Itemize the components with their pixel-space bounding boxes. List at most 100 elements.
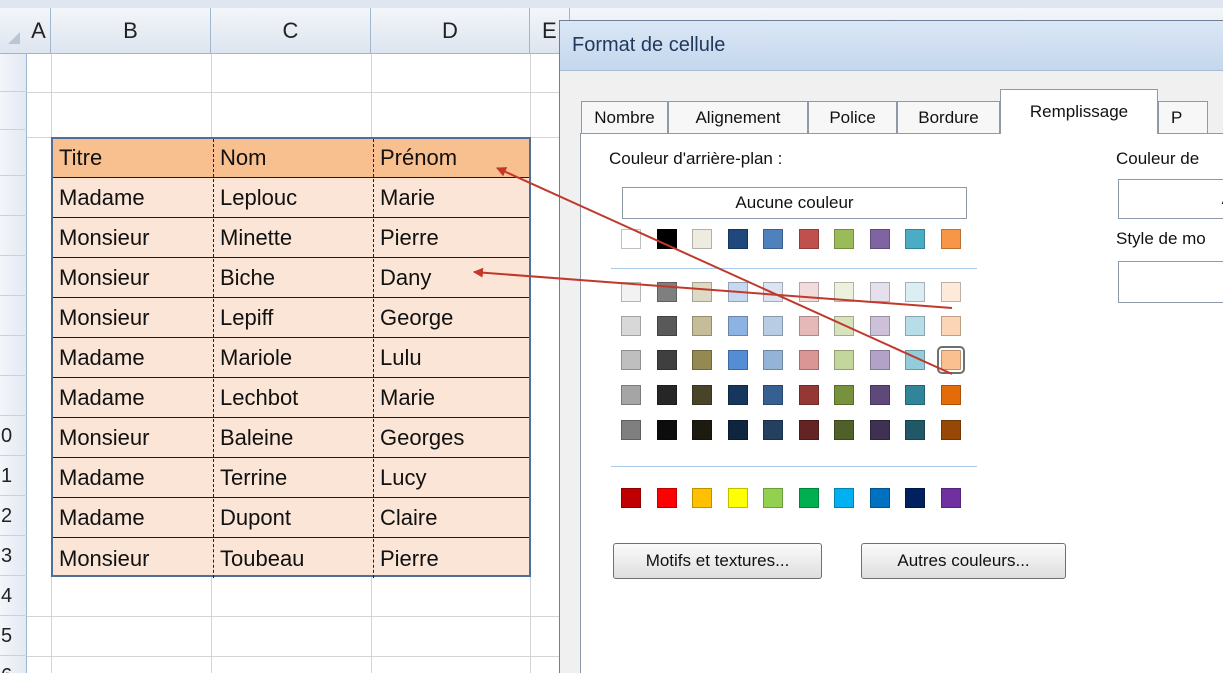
color-swatch[interactable] — [656, 282, 677, 302]
color-swatch[interactable] — [727, 316, 748, 336]
standard-color-swatch[interactable] — [692, 488, 712, 508]
table-cell[interactable]: Dupont — [213, 499, 373, 537]
standard-color-swatch[interactable] — [869, 488, 890, 508]
pattern-style-dropdown[interactable] — [1118, 261, 1223, 303]
patterns-button[interactable]: Motifs et textures... — [613, 543, 822, 579]
color-swatch[interactable] — [763, 350, 783, 370]
color-swatch[interactable] — [727, 229, 748, 249]
row-header[interactable] — [0, 218, 27, 256]
color-swatch[interactable] — [763, 420, 783, 440]
table-cell[interactable]: Madame — [53, 379, 213, 417]
row-header[interactable] — [0, 298, 27, 336]
table-cell[interactable]: Lulu — [373, 339, 529, 377]
table-cell[interactable]: Pierre — [373, 219, 529, 257]
color-swatch[interactable] — [727, 350, 748, 370]
color-swatch[interactable] — [656, 420, 677, 440]
color-swatch[interactable] — [763, 385, 783, 405]
select-all-corner[interactable] — [8, 32, 20, 44]
standard-color-swatch[interactable] — [834, 488, 854, 508]
table-cell[interactable]: Toubeau — [213, 539, 373, 578]
color-swatch[interactable] — [656, 229, 677, 249]
color-swatch[interactable] — [834, 385, 854, 405]
color-swatch[interactable] — [692, 229, 712, 249]
tab-remplissage[interactable]: Remplissage — [1000, 89, 1158, 134]
row-header[interactable]: 0 — [0, 418, 27, 456]
table-cell[interactable]: Mariole — [213, 339, 373, 377]
color-swatch[interactable] — [940, 316, 961, 336]
color-swatch[interactable] — [905, 316, 925, 336]
table-cell[interactable]: Lucy — [373, 459, 529, 497]
color-swatch[interactable] — [692, 385, 712, 405]
column-header-b[interactable]: B — [51, 8, 211, 54]
color-swatch[interactable] — [656, 316, 677, 336]
table-cell[interactable]: Madame — [53, 499, 213, 537]
standard-color-swatch[interactable] — [905, 488, 925, 508]
standard-color-swatch[interactable] — [763, 488, 783, 508]
color-swatch[interactable] — [621, 316, 641, 336]
tab-alignement[interactable]: Alignement — [668, 101, 808, 133]
table-cell[interactable]: Madame — [53, 339, 213, 377]
color-swatch[interactable] — [798, 350, 819, 370]
color-swatch[interactable] — [834, 350, 854, 370]
color-swatch[interactable] — [940, 420, 961, 440]
more-colors-button[interactable]: Autres couleurs... — [861, 543, 1066, 579]
table-cell[interactable]: Minette — [213, 219, 373, 257]
table-cell[interactable]: Terrine — [213, 459, 373, 497]
row-header[interactable]: 6 — [0, 658, 27, 673]
color-swatch[interactable] — [692, 420, 712, 440]
table-cell[interactable]: Marie — [373, 179, 529, 217]
color-swatch[interactable] — [798, 229, 819, 249]
table-cell[interactable]: Madame — [53, 179, 213, 217]
row-header[interactable] — [0, 92, 27, 130]
table-cell[interactable]: Georges — [373, 419, 529, 457]
row-header[interactable]: 5 — [0, 618, 27, 656]
table-cell[interactable]: Pierre — [373, 539, 529, 578]
color-swatch[interactable] — [869, 385, 890, 405]
standard-color-swatch[interactable] — [940, 488, 961, 508]
row-header[interactable] — [0, 258, 27, 296]
color-swatch[interactable] — [798, 282, 819, 302]
color-swatch[interactable] — [727, 282, 748, 302]
table-cell[interactable]: Lechbot — [213, 379, 373, 417]
table-cell[interactable]: Monsieur — [53, 299, 213, 337]
color-swatch[interactable] — [905, 350, 925, 370]
color-swatch[interactable] — [798, 385, 819, 405]
standard-color-swatch[interactable] — [727, 488, 748, 508]
column-header-a[interactable]: A — [27, 8, 51, 54]
dialog-titlebar[interactable]: Format de cellule — [560, 21, 1223, 71]
row-header[interactable] — [0, 54, 27, 92]
row-header[interactable] — [0, 138, 27, 176]
row-header[interactable]: 3 — [0, 538, 27, 576]
color-swatch[interactable] — [621, 282, 641, 302]
color-swatch[interactable] — [763, 229, 783, 249]
table-cell[interactable]: Lepiff — [213, 299, 373, 337]
table-cell[interactable]: Biche — [213, 259, 373, 297]
table-cell[interactable]: Claire — [373, 499, 529, 537]
color-swatch[interactable] — [905, 282, 925, 302]
color-swatch[interactable] — [936, 346, 965, 374]
color-swatch[interactable] — [834, 420, 854, 440]
color-swatch[interactable] — [621, 350, 641, 370]
color-swatch[interactable] — [905, 229, 925, 249]
table-cell[interactable]: Baleine — [213, 419, 373, 457]
color-swatch[interactable] — [869, 229, 890, 249]
color-swatch[interactable] — [692, 350, 712, 370]
standard-color-swatch[interactable] — [656, 488, 677, 508]
standard-color-swatch[interactable] — [621, 488, 641, 508]
color-swatch[interactable] — [763, 316, 783, 336]
color-swatch[interactable] — [940, 229, 961, 249]
color-swatch[interactable] — [905, 420, 925, 440]
table-cell[interactable]: Monsieur — [53, 219, 213, 257]
color-swatch[interactable] — [798, 316, 819, 336]
row-header[interactable] — [0, 378, 27, 416]
row-header[interactable]: 2 — [0, 498, 27, 536]
color-swatch[interactable] — [763, 282, 783, 302]
header-cell-nom[interactable]: Nom — [213, 139, 373, 177]
standard-color-swatch[interactable] — [798, 488, 819, 508]
color-swatch[interactable] — [621, 229, 641, 249]
color-swatch[interactable] — [727, 385, 748, 405]
color-swatch[interactable] — [621, 385, 641, 405]
table-cell[interactable]: Monsieur — [53, 419, 213, 457]
row-header[interactable] — [0, 178, 27, 216]
color-swatch[interactable] — [869, 350, 890, 370]
